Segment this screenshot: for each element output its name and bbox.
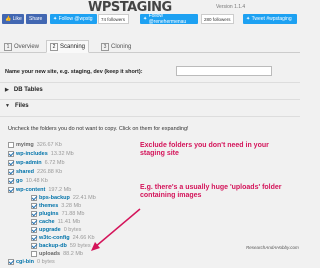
folder-checkbox[interactable] <box>8 151 14 157</box>
folder-row[interactable]: wp-includes 13.32 Mb <box>8 150 74 158</box>
folder-size: 0 bytes <box>63 227 82 233</box>
twitter-bird-icon: ✦ <box>53 16 58 22</box>
folder-checkbox[interactable] <box>31 227 37 233</box>
annotation-arrow-icon <box>91 208 141 251</box>
folder-checkbox[interactable] <box>8 169 14 175</box>
tab-number: 2 <box>50 42 58 51</box>
collapse-triangle-icon: ▼ <box>5 103 10 109</box>
folder-checkbox[interactable] <box>31 203 37 209</box>
folder-size: 6.72 Mb <box>44 160 65 166</box>
tweet-button[interactable]: ✦ Tweet #wpstaging <box>243 14 297 24</box>
twitter-bird-icon: ✦ <box>143 16 148 22</box>
folder-row[interactable]: bps-backup 22.41 Mb <box>31 194 96 202</box>
annotation-uploads-folder: E.g. there's a usually huge 'uploads' fo… <box>140 184 282 199</box>
folder-name[interactable]: cgi-bin <box>16 259 34 265</box>
folder-row[interactable]: cgi-bin 0 bytes <box>8 258 55 266</box>
folder-name[interactable]: w3tc-config <box>39 235 70 241</box>
folder-size: 197.2 Mb <box>48 187 72 193</box>
divider <box>0 82 300 83</box>
tweet-label: Tweet #wpstaging <box>251 16 292 22</box>
folder-row[interactable]: uploads 88.2 Mb <box>31 250 83 258</box>
section-label: Files <box>14 103 29 109</box>
folder-checkbox[interactable] <box>31 251 37 257</box>
folder-size: 22.41 Mb <box>72 195 96 201</box>
tab-overview[interactable]: 1 Overview <box>4 40 39 53</box>
folder-row[interactable]: backup-db 59 bytes <box>31 242 91 250</box>
folder-row[interactable]: wp-content 197.2 Mb <box>8 186 71 194</box>
folder-name[interactable]: backup-db <box>39 243 67 249</box>
tab-number: 1 <box>4 42 12 51</box>
files-section[interactable]: ▼ Files <box>5 103 29 109</box>
folder-checkbox[interactable] <box>31 243 37 249</box>
folder-row[interactable]: wp-admin 6.72 Mb <box>8 159 65 167</box>
step-tabs: 1 Overview 2 Scanning 3 Cloning <box>0 38 300 53</box>
expand-triangle-icon: ▶ <box>5 87 9 93</box>
folder-name[interactable]: myimg <box>16 142 34 148</box>
folder-checkbox[interactable] <box>8 187 14 193</box>
annotation-exclude-folders: Exclude folders you don't need in your s… <box>140 142 269 157</box>
follow-rene-label: Follow @renehermenau <box>148 13 187 25</box>
folder-size: 3.28 Mb <box>61 203 82 209</box>
folder-checkbox[interactable] <box>8 259 14 265</box>
folder-checkbox[interactable] <box>8 160 14 166</box>
tab-scanning[interactable]: 2 Scanning <box>46 40 90 53</box>
db-tables-section[interactable]: ▶ DB Tables <box>5 87 43 93</box>
folder-row[interactable]: upgrade 0 bytes <box>31 226 81 234</box>
folder-size: 326.67 Kb <box>36 142 62 148</box>
divider <box>0 116 300 117</box>
folder-row[interactable]: myimg 326.67 Kb <box>8 141 62 149</box>
tab-cloning[interactable]: 3 Cloning <box>101 40 131 53</box>
folder-checkbox[interactable] <box>8 142 14 148</box>
folder-size: 88.2 Mb <box>63 251 83 257</box>
folder-size: 10.48 Kb <box>25 178 48 184</box>
folder-name[interactable]: go <box>16 178 23 184</box>
folder-checkbox[interactable] <box>31 195 37 201</box>
twitter-bird-icon: ✦ <box>246 16 251 22</box>
facebook-share-button[interactable]: Share <box>26 14 47 24</box>
folder-name[interactable]: uploads <box>39 251 60 257</box>
twitter-follow-wpstg-button[interactable]: ✦ Follow @wpstg <box>50 14 97 24</box>
folder-name[interactable]: upgrade <box>39 227 61 233</box>
folder-row[interactable]: shared 226.88 Kb <box>8 168 62 176</box>
tab-label: Cloning <box>111 43 132 50</box>
folder-checkbox[interactable] <box>31 235 37 241</box>
followers-count-2: 280 followers <box>201 14 234 24</box>
folder-row[interactable]: cache 11.41 Mb <box>31 218 80 226</box>
folder-size: 11.41 Mb <box>57 219 81 225</box>
site-name-label: Name your new site, e.g. staging, dev (k… <box>5 69 143 75</box>
folder-size: 71.88 Mb <box>61 211 85 217</box>
folder-size: 0 bytes <box>37 259 55 265</box>
facebook-like-button[interactable]: 👍 Like <box>2 14 24 24</box>
folder-row[interactable]: plugins 71.88 Mb <box>31 210 85 218</box>
folder-row[interactable]: go 10.48 Kb <box>8 177 48 185</box>
follow-wpstg-label: Follow @wpstg <box>58 16 93 22</box>
twitter-follow-rene-button[interactable]: ✦ Follow @renehermenau <box>140 13 198 25</box>
section-label: DB Tables <box>13 87 43 93</box>
folder-checkbox[interactable] <box>31 219 37 225</box>
folder-name[interactable]: themes <box>39 203 58 209</box>
folder-name[interactable]: wp-admin <box>16 160 42 166</box>
app-version: Version 1.1.4 <box>216 4 246 10</box>
folder-checkbox[interactable] <box>31 211 37 217</box>
folder-size: 226.88 Kb <box>37 169 63 175</box>
tab-label: Scanning <box>60 43 86 50</box>
tab-label: Overview <box>14 43 40 50</box>
folder-name[interactable]: bps-backup <box>39 195 70 201</box>
folder-row[interactable]: themes 3.28 Mb <box>31 202 81 210</box>
divider <box>0 99 300 100</box>
folder-size: 13.32 Mb <box>50 151 74 157</box>
folder-name[interactable]: shared <box>16 169 34 175</box>
files-instructions: Uncheck the folders you do not want to c… <box>8 126 189 132</box>
site-name-input[interactable] <box>176 66 272 76</box>
folder-name[interactable]: wp-content <box>16 187 45 193</box>
tab-number: 3 <box>101 42 109 51</box>
folder-name[interactable]: cache <box>39 219 55 225</box>
thumbs-up-icon: 👍 <box>5 16 12 22</box>
like-label: Like <box>12 16 22 22</box>
watermark: ResearchAndAHobby.com <box>246 245 299 250</box>
followers-count-1: 74 followers <box>98 14 129 24</box>
folder-name[interactable]: plugins <box>39 211 59 217</box>
folder-checkbox[interactable] <box>8 178 14 184</box>
folder-name[interactable]: wp-includes <box>16 151 48 157</box>
